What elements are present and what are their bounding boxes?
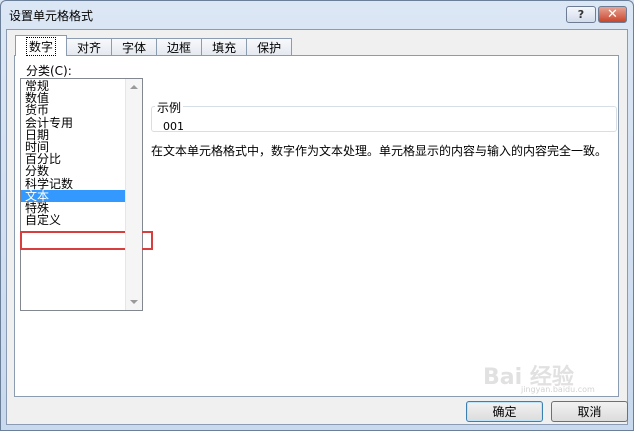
cancel-button[interactable]: 取消 [551, 401, 628, 422]
tab-font[interactable]: 字体 [111, 38, 158, 56]
close-icon: ✕ [607, 7, 618, 22]
category-label: 分类(C): [26, 64, 72, 78]
scroll-up-icon[interactable] [130, 85, 138, 89]
tab-fill[interactable]: 填充 [201, 38, 248, 56]
tab-border[interactable]: 边框 [156, 38, 203, 56]
category-item-currency[interactable]: 货币 [21, 104, 127, 116]
dialog-title: 设置单元格格式 [9, 9, 94, 23]
category-listbox[interactable]: 常规 数值 货币 会计专用 日期 时间 百分比 分数 科学记数 文本 特殊 自定… [20, 78, 153, 311]
category-item-scientific[interactable]: 科学记数 [21, 177, 127, 190]
number-tab-panel: 分类(C): 常规 数值 货币 会计专用 日期 时间 百分比 分数 科学记数 文… [14, 55, 619, 397]
tab-number[interactable]: 数字 [15, 35, 68, 56]
category-item-fraction[interactable]: 分数 [21, 165, 127, 177]
category-list: 常规 数值 货币 会计专用 日期 时间 百分比 分数 科学记数 文本 特殊 自定… [21, 80, 127, 226]
format-cells-dialog: 设置单元格格式 ? ✕ 数字 对齐 字体 边框 填充 保护 分类(C): 常规 … [0, 0, 634, 431]
category-description: 在文本单元格格式中，数字作为文本处理。单元格显示的内容与输入的内容完全一致。 [151, 144, 608, 158]
sample-legend: 示例 [155, 99, 184, 116]
baidu-watermark-url: jingyan.baidu.com [521, 385, 595, 394]
tab-strip: 数字 对齐 字体 边框 填充 保护 [15, 35, 293, 56]
ok-button[interactable]: 确定 [466, 401, 543, 422]
title-bar: 设置单元格格式 ? ✕ [1, 1, 633, 29]
help-button[interactable]: ? [566, 6, 596, 23]
category-scrollbar[interactable] [125, 79, 142, 310]
sample-value: 001 [163, 120, 184, 133]
category-item-accounting[interactable]: 会计专用 [21, 116, 127, 129]
category-item-custom[interactable]: 自定义 [21, 214, 127, 226]
tab-protection[interactable]: 保护 [246, 38, 293, 56]
question-icon: ? [577, 8, 585, 21]
close-button[interactable]: ✕ [598, 6, 627, 23]
sample-group [151, 106, 617, 132]
scroll-down-icon[interactable] [130, 300, 138, 304]
tab-alignment[interactable]: 对齐 [66, 38, 113, 56]
